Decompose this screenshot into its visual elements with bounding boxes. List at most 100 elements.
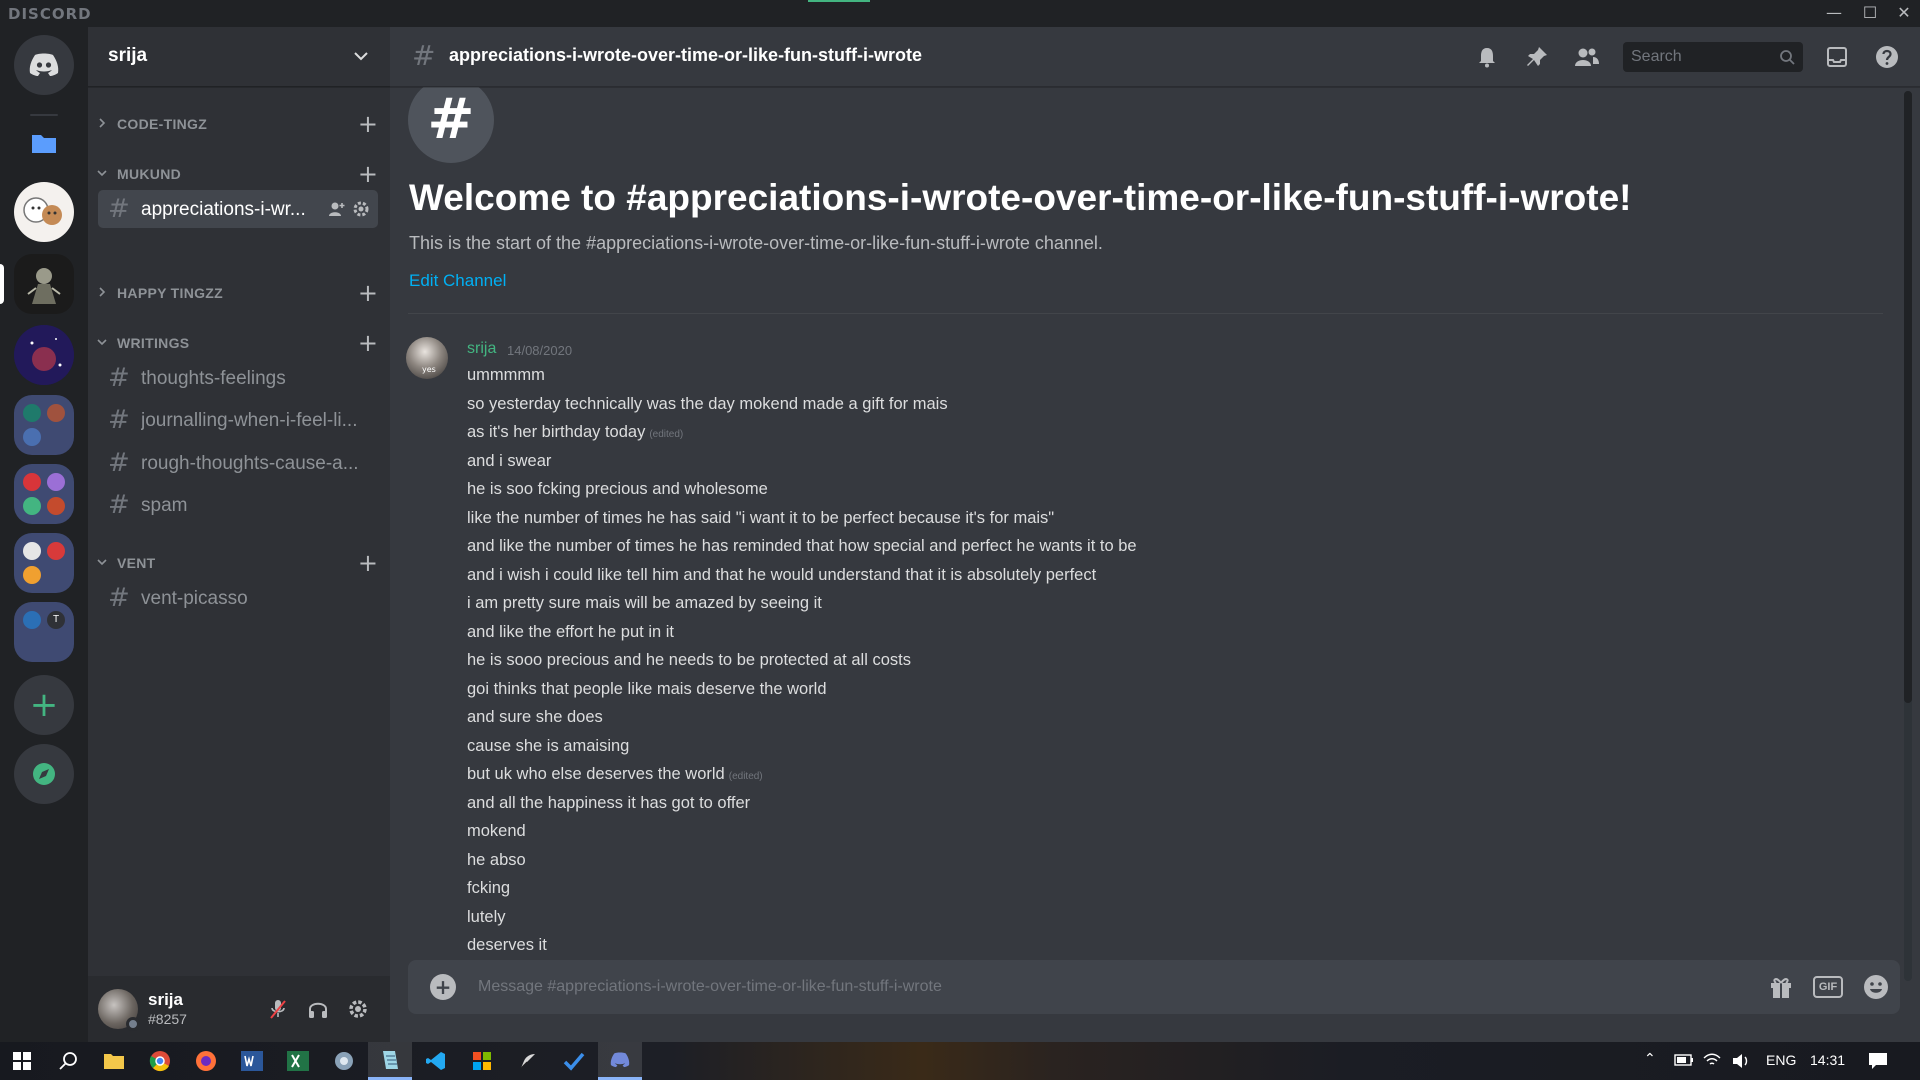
category-code-tingz[interactable]: CODE-TINGZ + <box>96 112 384 136</box>
create-channel-icon[interactable]: + <box>358 112 378 136</box>
message-line: cause she is amaising <box>467 732 1667 761</box>
message-text: deserves it <box>467 936 547 954</box>
create-channel-icon[interactable]: + <box>358 551 378 575</box>
taskbar-notepad[interactable] <box>368 1042 412 1080</box>
search-box[interactable] <box>1623 42 1803 72</box>
chevron-up-icon[interactable]: ⌃ <box>1644 1050 1656 1067</box>
message-line: like the number of times he has said "i … <box>467 504 1667 533</box>
home-button[interactable] <box>14 35 74 95</box>
pinned-messages-button[interactable] <box>1523 43 1551 71</box>
taskbar-discord[interactable] <box>598 1042 642 1080</box>
upload-button[interactable]: + <box>430 974 456 1000</box>
server-folder-1[interactable] <box>14 395 74 455</box>
taskbar-app-feather[interactable] <box>506 1042 550 1080</box>
message-avatar[interactable]: yes <box>406 337 448 379</box>
notification-center-icon[interactable] <box>1868 1052 1888 1070</box>
taskbar-excel[interactable] <box>276 1042 320 1080</box>
invite-people-icon[interactable] <box>328 200 346 218</box>
edit-channel-link[interactable]: Edit Channel <box>409 271 506 291</box>
message-text: he is soo fcking precious and wholesome <box>467 480 768 498</box>
channel-sidebar: srija CODE-TINGZ + MUKUND + # appreciati… <box>88 27 390 1042</box>
message-line: he is sooo precious and he needs to be p… <box>467 646 1667 675</box>
taskbar-todo[interactable] <box>552 1042 596 1080</box>
server-icon-selected[interactable] <box>14 254 74 314</box>
start-button[interactable] <box>0 1042 44 1080</box>
server-folder-2[interactable] <box>14 464 74 524</box>
server-icon-space[interactable] <box>14 325 74 385</box>
scrollbar-thumb[interactable] <box>1904 91 1912 703</box>
message-input[interactable] <box>478 960 1708 1014</box>
gif-button[interactable]: GIF <box>1813 976 1843 998</box>
help-button[interactable] <box>1873 43 1901 71</box>
message-text: and i swear <box>467 451 552 470</box>
checkmark-icon <box>563 1052 585 1071</box>
mute-button[interactable] <box>265 996 291 1022</box>
create-channel-icon[interactable]: + <box>358 281 378 305</box>
category-writings[interactable]: WRITINGS + <box>96 331 384 355</box>
channel-spam[interactable]: # spam <box>98 486 378 524</box>
taskbar-word[interactable] <box>230 1042 274 1080</box>
channel-rough-thoughts[interactable]: # rough-thoughts-cause-a... <box>98 444 378 482</box>
minimize-icon[interactable]: — <box>1820 2 1848 24</box>
close-icon[interactable]: ✕ <box>1890 2 1918 24</box>
feather-icon <box>520 1054 535 1069</box>
channel-thoughts-feelings[interactable]: # thoughts-feelings <box>98 359 378 397</box>
compass-icon <box>33 763 55 785</box>
channel-journalling[interactable]: # journalling-when-i-feel-li... <box>98 401 378 439</box>
member-list-button[interactable] <box>1573 43 1601 71</box>
username: srija <box>148 990 183 1009</box>
server-mini-icon <box>23 428 41 446</box>
create-channel-icon[interactable]: + <box>358 331 378 355</box>
divider <box>408 313 1883 314</box>
category-name: MUKUND <box>117 166 182 182</box>
message-line: and all the happiness it has got to offe… <box>467 789 1667 818</box>
category-mukund[interactable]: MUKUND + <box>96 162 384 186</box>
volume-icon[interactable] <box>1732 1053 1750 1069</box>
category-vent[interactable]: VENT + <box>96 551 384 575</box>
taskbar-ms-store[interactable] <box>460 1042 504 1080</box>
explore-servers-button[interactable] <box>14 744 74 804</box>
hash-icon: # <box>108 583 130 613</box>
pin-icon <box>1527 47 1547 66</box>
battery-icon[interactable] <box>1674 1054 1694 1066</box>
server-folder-4[interactable]: T <box>14 602 74 662</box>
create-channel-icon[interactable]: + <box>358 162 378 186</box>
search-icon <box>59 1052 77 1070</box>
message-author[interactable]: srija <box>467 340 496 358</box>
taskbar-app-snip[interactable] <box>322 1042 366 1080</box>
server-mini-icon <box>47 473 65 491</box>
language-indicator[interactable]: ENG <box>1766 1052 1796 1068</box>
taskbar-chrome[interactable] <box>138 1042 182 1080</box>
channel-label: thoughts-feelings <box>141 368 286 389</box>
server-folder-3[interactable] <box>14 533 74 593</box>
taskbar-vscode[interactable] <box>414 1042 458 1080</box>
message-line: i am pretty sure mais will be amazed by … <box>467 589 1667 618</box>
taskbar-firefox[interactable] <box>184 1042 228 1080</box>
guild-header[interactable]: srija <box>88 27 390 87</box>
taskbar-search[interactable] <box>46 1042 90 1080</box>
server-icon-cute[interactable] <box>14 182 74 242</box>
message-text: and i wish i could like tell him and tha… <box>467 565 1097 584</box>
emoji-button[interactable] <box>1861 973 1891 1001</box>
user-settings-button[interactable] <box>345 996 371 1022</box>
clock[interactable]: 14:31 <box>1810 1052 1845 1068</box>
chevron-down-icon <box>97 559 107 566</box>
channel-vent-picasso[interactable]: # vent-picasso <box>98 579 378 617</box>
add-server-button[interactable]: + <box>14 675 74 735</box>
gear-icon[interactable] <box>352 200 370 218</box>
channel-appreciations[interactable]: # appreciations-i-wr... <box>98 190 378 228</box>
inbox-button[interactable] <box>1823 43 1851 71</box>
server-folder[interactable] <box>14 113 74 173</box>
maximize-icon[interactable]: ☐ <box>1856 2 1884 24</box>
category-happy-tingzz[interactable]: HAPPY TINGZZ + <box>96 281 384 305</box>
wifi-icon[interactable] <box>1703 1052 1721 1068</box>
message-text: ummmmm <box>467 366 545 384</box>
channel-label: appreciations-i-wr... <box>141 199 306 220</box>
notification-settings-button[interactable] <box>1473 43 1501 71</box>
deafen-button[interactable] <box>305 996 331 1022</box>
bell-icon <box>1479 48 1495 68</box>
taskbar-file-explorer[interactable] <box>92 1042 136 1080</box>
search-input[interactable] <box>1623 42 1773 72</box>
gift-button[interactable] <box>1766 973 1796 1001</box>
plus-icon: + <box>29 685 59 725</box>
